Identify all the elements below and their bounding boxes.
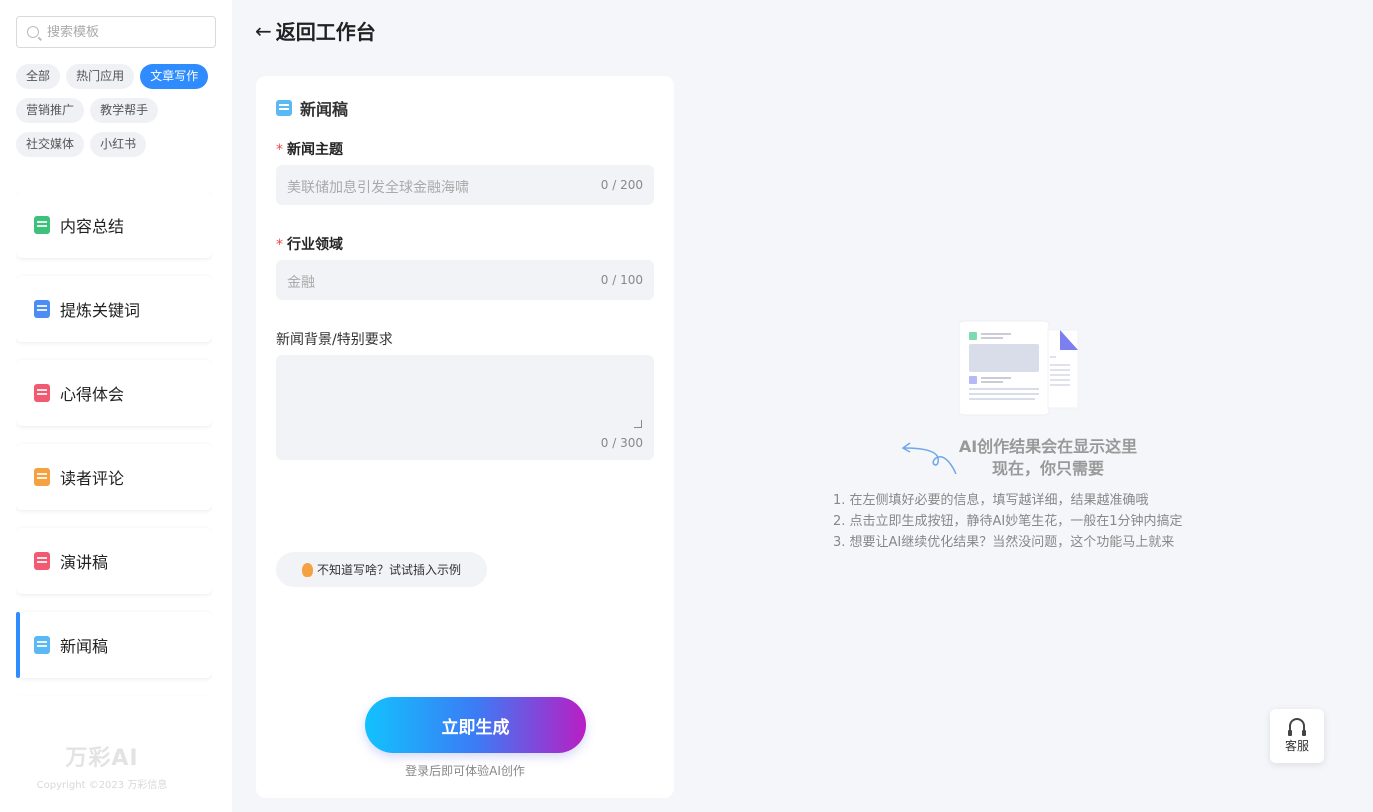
- news-icon: [276, 100, 292, 116]
- label-text: 行业领域: [287, 237, 343, 253]
- back-to-workspace-link[interactable]: ← 返回工作台: [255, 16, 376, 45]
- lightbulb-icon: [302, 562, 313, 577]
- speech-icon: [34, 552, 50, 570]
- search-icon: [27, 26, 39, 38]
- category-tags: 全部 热门应用 文章写作 营销推广 教学帮手 社交媒体 小红书: [16, 64, 221, 166]
- headset-icon: [1288, 718, 1306, 736]
- template-menu: 内容总结 提炼关键词 心得体会 读者评论 演讲稿 新闻稿: [16, 192, 212, 722]
- background-label: 新闻背景/特别要求: [276, 332, 393, 348]
- result-placeholder-title: AI创作结果会在显示这里 现在，你只需要: [938, 436, 1158, 480]
- result-title-line1: AI创作结果会在显示这里: [958, 437, 1138, 456]
- tag-article-writing[interactable]: 文章写作: [140, 64, 209, 89]
- arrow-left-icon: ←: [255, 18, 272, 43]
- menu-item-label: 内容总结: [60, 217, 125, 236]
- back-label: 返回工作台: [275, 20, 376, 44]
- tag-xiaohongshu[interactable]: 小红书: [90, 132, 147, 157]
- input-placeholder: 美联储加息引发全球金融海啸: [287, 180, 469, 196]
- search-input[interactable]: [47, 24, 197, 40]
- form-title: 新闻稿: [276, 96, 348, 120]
- menu-item-summary[interactable]: 内容总结: [16, 192, 212, 258]
- menu-item-label: 演讲稿: [60, 553, 109, 572]
- news-topic-label: * 新闻主题: [276, 139, 343, 159]
- news-topic-input[interactable]: 美联储加息引发全球金融海啸 0 / 200: [276, 165, 654, 205]
- required-mark: *: [276, 237, 283, 253]
- required-mark: *: [276, 142, 283, 158]
- industry-label: * 行业领域: [276, 234, 343, 254]
- insert-example-button[interactable]: 不知道写啥？试试插入示例: [276, 552, 488, 587]
- tag-teaching[interactable]: 教学帮手: [90, 98, 159, 123]
- form-card: 新闻稿 * 新闻主题 美联储加息引发全球金融海啸 0 / 200 * 行业领域 金融…: [256, 76, 674, 798]
- char-counter: 0 / 300: [600, 436, 643, 450]
- brand-footer: 万彩AI Copyright ©2023 万彩信息: [0, 740, 204, 791]
- customer-service-button[interactable]: 客服: [1270, 709, 1324, 763]
- menu-item-news[interactable]: 新闻稿: [16, 612, 212, 678]
- copyright-text: Copyright ©2023 万彩信息: [36, 780, 168, 791]
- instruction-step: 1. 在左侧填好必要的信息，填写越详细，结果越准确哦: [833, 493, 1149, 508]
- search-box[interactable]: [16, 16, 216, 48]
- industry-input[interactable]: 金融 0 / 100: [276, 260, 654, 300]
- generate-button[interactable]: 立即生成: [365, 697, 586, 753]
- char-counter: 0 / 100: [600, 273, 643, 287]
- instruction-step: 2. 点击立即生成按钮，静待AI妙笔生花，一般在1分钟内搞定: [833, 514, 1183, 529]
- char-counter: 0 / 200: [600, 178, 643, 192]
- keyword-icon: [34, 300, 50, 318]
- menu-item-reflections[interactable]: 心得体会: [16, 360, 212, 426]
- form-title-text: 新闻稿: [300, 100, 349, 119]
- menu-item-label: 新闻稿: [60, 637, 109, 656]
- sidebar: 全部 热门应用 文章写作 营销推广 教学帮手 社交媒体 小红书 内容总结 提炼关…: [0, 0, 232, 812]
- support-label: 客服: [1284, 739, 1309, 753]
- menu-item-keywords[interactable]: 提炼关键词: [16, 276, 212, 342]
- tag-social-media[interactable]: 社交媒体: [16, 132, 85, 157]
- result-title-line2: 现在，你只需要: [991, 459, 1104, 478]
- brand-logo: 万彩AI: [65, 746, 139, 771]
- input-placeholder: 金融: [287, 275, 315, 291]
- tag-popular[interactable]: 热门应用: [66, 64, 135, 89]
- tag-all[interactable]: 全部: [16, 64, 61, 89]
- background-textarea[interactable]: 0 / 300: [276, 355, 654, 460]
- menu-item-partial[interactable]: [16, 696, 212, 722]
- document-illustration: [958, 320, 1079, 416]
- menu-item-label: 读者评论: [60, 469, 125, 488]
- label-text: 新闻主题: [287, 142, 343, 158]
- resize-handle[interactable]: [634, 420, 642, 428]
- menu-item-label: 心得体会: [60, 385, 125, 404]
- news-icon: [34, 636, 50, 654]
- hint-label: 不知道写啥？试试插入示例: [317, 563, 462, 577]
- tag-marketing[interactable]: 营销推广: [16, 98, 85, 123]
- pencil-icon: [34, 468, 50, 486]
- login-note: 登录后即可体验AI创作: [405, 764, 525, 778]
- instruction-step: 3. 想要让AI继续优化结果？当然没问题，这个功能马上就来: [833, 535, 1175, 550]
- menu-item-reader-comments[interactable]: 读者评论: [16, 444, 212, 510]
- menu-item-label: 提炼关键词: [60, 301, 141, 320]
- summary-icon: [34, 216, 50, 234]
- menu-item-speech[interactable]: 演讲稿: [16, 528, 212, 594]
- instructions-list: 1. 在左侧填好必要的信息，填写越详细，结果越准确哦 2. 点击立即生成按钮，静…: [833, 490, 1183, 553]
- heart-note-icon: [34, 384, 50, 402]
